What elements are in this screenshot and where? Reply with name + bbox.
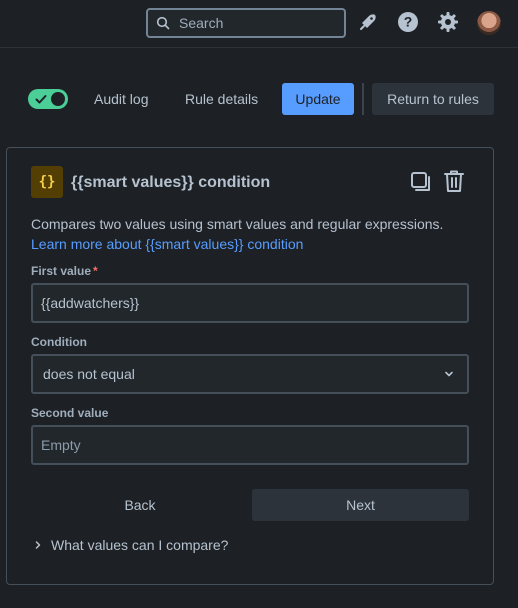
toggle-knob (51, 92, 65, 106)
first-value-label-text: First value (31, 264, 92, 278)
audit-log-link[interactable]: Audit log (94, 91, 148, 107)
first-value-text: {{addwatchers}} (41, 295, 140, 311)
first-value-label: First value * (31, 264, 98, 278)
condition-value: does not equal (43, 366, 135, 382)
required-marker: * (93, 264, 98, 278)
condition-label: Condition (31, 335, 87, 349)
next-button[interactable]: Next (252, 489, 469, 521)
learn-more-link[interactable]: Learn more about {{smart values}} condit… (31, 236, 303, 252)
condition-panel: {} {{smart values}} condition Compares t… (6, 147, 494, 585)
smart-values-icon: {} (31, 166, 63, 198)
delete-icon[interactable] (443, 169, 465, 198)
back-button[interactable]: Back (31, 489, 249, 521)
search-icon (156, 16, 170, 30)
header-divider (362, 83, 364, 115)
compare-values-expander[interactable]: What values can I compare? (33, 537, 228, 553)
condition-select[interactable]: does not equal (31, 354, 469, 394)
expander-label: What values can I compare? (51, 537, 229, 553)
notifications-icon[interactable] (357, 11, 379, 33)
second-value-placeholder: Empty (41, 437, 81, 453)
description-text: Compares two values using smart values a… (31, 216, 444, 232)
search-input[interactable]: Search (146, 8, 346, 38)
rule-details-link[interactable]: Rule details (185, 91, 258, 107)
panel-description: Compares two values using smart values a… (31, 214, 471, 254)
update-button[interactable]: Update (282, 83, 354, 115)
help-icon[interactable]: ? (397, 11, 419, 33)
chevron-down-icon (445, 371, 453, 377)
search-placeholder: Search (179, 15, 224, 31)
second-value-label: Second value (31, 406, 109, 420)
settings-icon[interactable] (437, 11, 459, 33)
top-bar: Search ? (0, 0, 518, 48)
svg-text:?: ? (404, 14, 413, 30)
avatar[interactable] (477, 11, 501, 35)
second-value-input[interactable]: Empty (31, 425, 469, 465)
panel-title: {{smart values}} condition (71, 174, 271, 191)
rule-enabled-toggle[interactable] (28, 89, 68, 109)
check-icon (35, 95, 47, 104)
return-to-rules-button[interactable]: Return to rules (372, 83, 494, 115)
first-value-input[interactable]: {{addwatchers}} (31, 283, 469, 323)
duplicate-icon[interactable] (409, 170, 433, 199)
chevron-right-icon (35, 541, 41, 549)
